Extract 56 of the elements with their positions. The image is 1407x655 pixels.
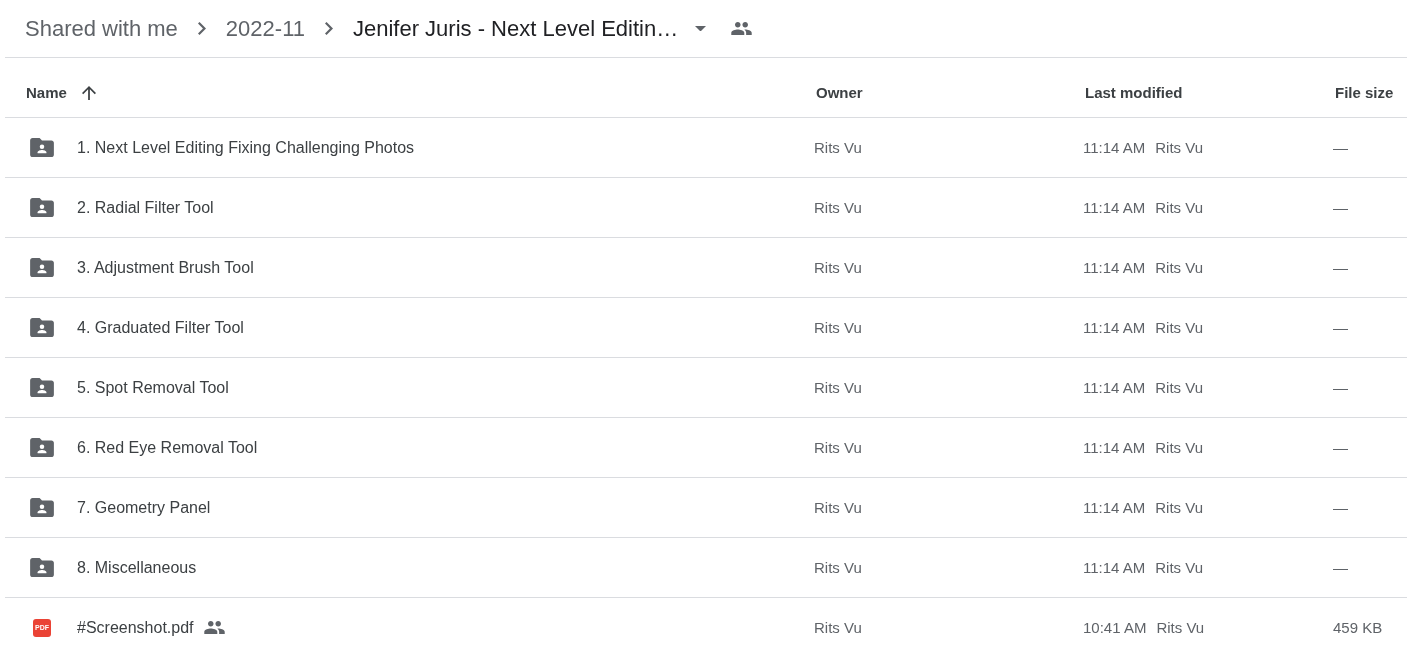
- owner-name: Rits Vu: [814, 619, 862, 636]
- column-header[interactable]: Owner: [814, 82, 865, 103]
- modifier-name: Rits Vu: [1155, 319, 1204, 336]
- modifier-name: Rits Vu: [1155, 379, 1204, 396]
- arrow-up-icon[interactable]: [81, 85, 96, 100]
- breadcrumb-item[interactable]: 2022-11: [222, 11, 308, 46]
- file-size: —: [1333, 259, 1348, 276]
- breadcrumb-item[interactable]: Jenifer Juris - Next Level Editin…: [349, 11, 710, 46]
- owner-name: Rits Vu: [814, 499, 862, 516]
- file-size: —: [1333, 439, 1348, 456]
- modifier-name: Rits Vu: [1155, 139, 1204, 156]
- file-name[interactable]: 6. Red Eye Removal Tool: [77, 438, 258, 457]
- modified-time: 11:14 AM: [1083, 499, 1146, 516]
- modifier-name: Rits Vu: [1155, 259, 1204, 276]
- file-name[interactable]: 1. Next Level Editing Fixing Challenging Photos: [77, 138, 415, 157]
- owner-name: Rits Vu: [814, 439, 862, 456]
- file-name[interactable]: #Screenshot.pdf: [77, 618, 194, 637]
- file-size: —: [1333, 319, 1348, 336]
- modifier-name: Rits Vu: [1155, 499, 1204, 516]
- file-name[interactable]: 3. Adjustment Brush Tool: [77, 258, 254, 277]
- modified-time: 11:14 AM: [1083, 259, 1146, 276]
- modified-time: 11:14 AM: [1083, 379, 1146, 396]
- modifier-name: Rits Vu: [1155, 439, 1204, 456]
- caret-down-icon: [695, 25, 707, 32]
- modified-time: 11:14 AM: [1083, 559, 1146, 576]
- modified-time: 11:14 AM: [1083, 199, 1146, 216]
- file-size: —: [1333, 199, 1348, 216]
- owner-name: Rits Vu: [814, 199, 862, 216]
- chevron-right-icon: [197, 22, 206, 35]
- file-name[interactable]: 5. Spot Removal Tool: [77, 378, 229, 397]
- breadcrumb-item[interactable]: Shared with me: [22, 11, 181, 46]
- file-size: —: [1333, 379, 1348, 396]
- modified-time: 11:14 AM: [1083, 319, 1146, 336]
- owner-name: Rits Vu: [814, 259, 862, 276]
- modifier-name: Rits Vu: [1155, 199, 1204, 216]
- owner-name: Rits Vu: [814, 559, 862, 576]
- file-size: —: [1333, 499, 1348, 516]
- file-size: —: [1333, 559, 1348, 576]
- column-header[interactable]: Last modified: [1083, 82, 1185, 103]
- file-size: —: [1333, 139, 1348, 156]
- owner-name: Rits Vu: [814, 319, 862, 336]
- modifier-name: Rits Vu: [1155, 559, 1204, 576]
- owner-name: Rits Vu: [814, 139, 862, 156]
- chevron-right-icon: [324, 22, 333, 35]
- column-header[interactable]: Name: [24, 82, 69, 103]
- modifier-name: Rits Vu: [1156, 619, 1205, 636]
- file-name[interactable]: 2. Radial Filter Tool: [77, 198, 214, 217]
- modified-time: 10:41 AM: [1083, 619, 1147, 636]
- file-name[interactable]: 7. Geometry Panel: [77, 498, 211, 517]
- modified-time: 11:14 AM: [1083, 439, 1146, 456]
- file-name[interactable]: 4. Graduated Filter Tool: [77, 318, 244, 337]
- file-name[interactable]: 8. Miscellaneous: [77, 558, 197, 577]
- owner-name: Rits Vu: [814, 379, 862, 396]
- file-size: 459 KB: [1333, 619, 1383, 636]
- column-header[interactable]: File size: [1333, 82, 1396, 103]
- modified-time: 11:14 AM: [1083, 139, 1146, 156]
